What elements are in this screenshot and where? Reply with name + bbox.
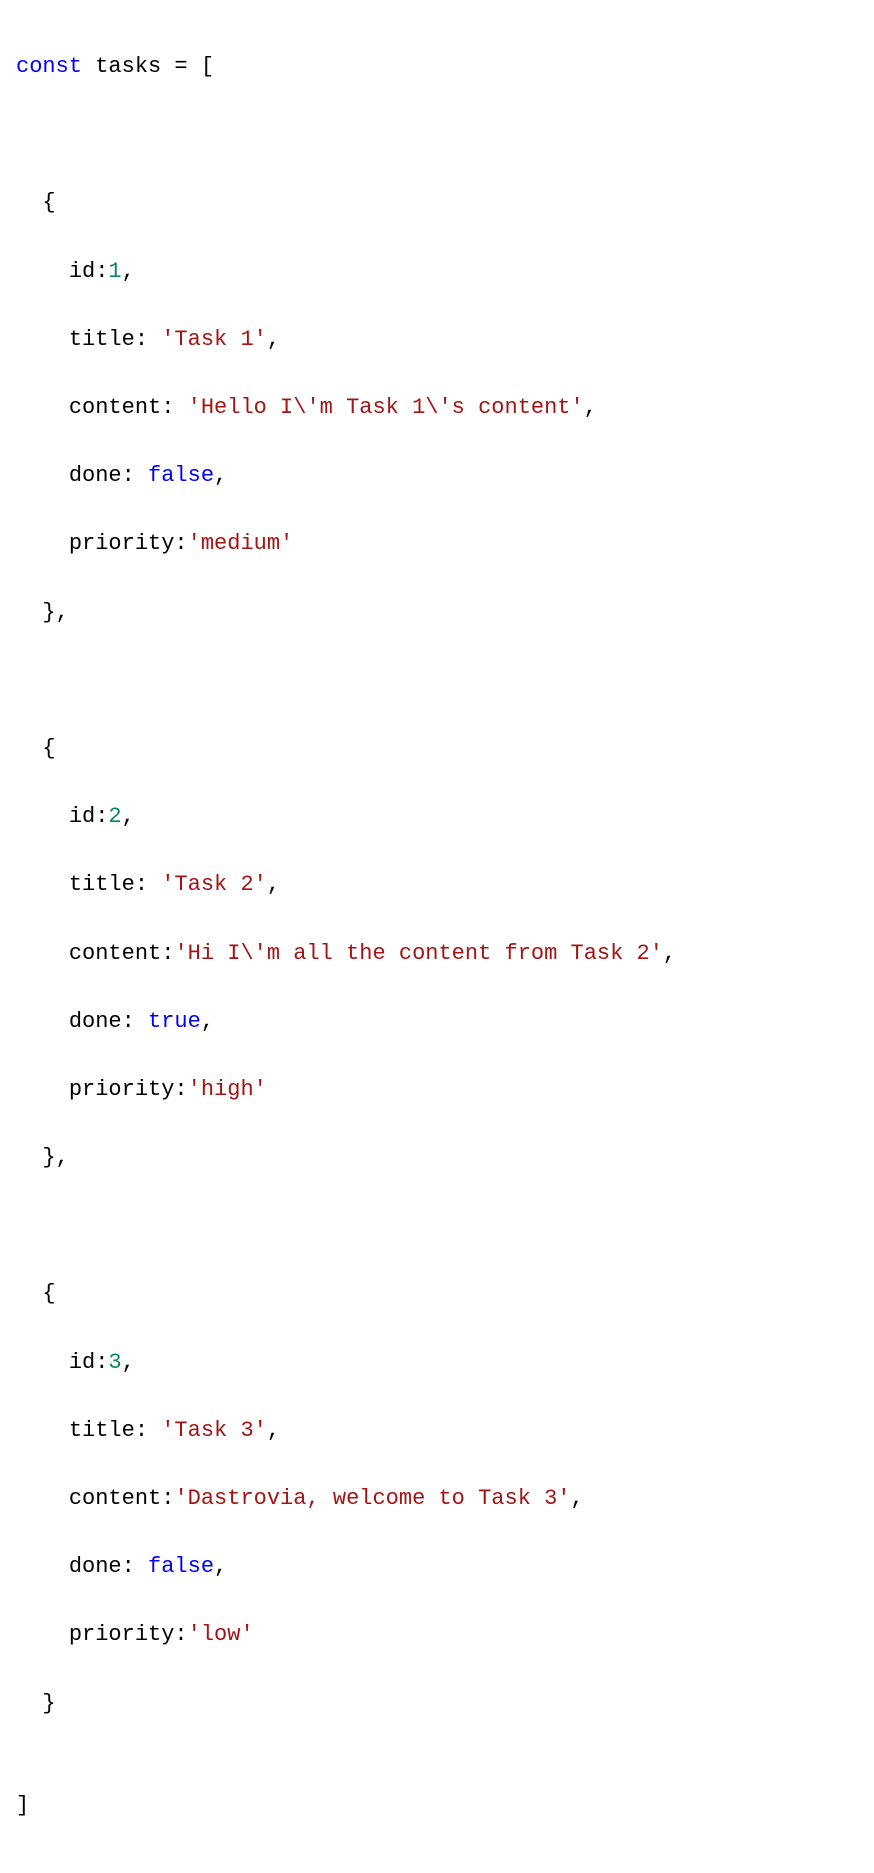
- prop-id: id:: [69, 259, 109, 284]
- comma: ,: [122, 804, 135, 829]
- comma: ,: [267, 1418, 280, 1443]
- code-line: ]: [16, 1789, 858, 1823]
- comma: ,: [201, 1009, 214, 1034]
- number-literal: 2: [108, 804, 121, 829]
- indent: [16, 1486, 69, 1511]
- indent: [16, 1418, 69, 1443]
- indent: [16, 1281, 42, 1306]
- prop-title: title:: [69, 327, 161, 352]
- brace-close: },: [42, 1145, 68, 1170]
- prop-id: id:: [69, 1350, 109, 1375]
- comma: ,: [663, 941, 676, 966]
- code-block: const tasks = [ { id:1, title: 'Task 1',…: [16, 16, 858, 1857]
- code-line: {: [16, 732, 858, 766]
- string-literal: 'Task 1': [161, 327, 267, 352]
- string-literal: 'medium': [188, 531, 294, 556]
- code-line: title: 'Task 3',: [16, 1414, 858, 1448]
- brace-close: }: [42, 1691, 55, 1716]
- indent: [16, 395, 69, 420]
- string-literal: 'Hello I\'m Task 1\'s content': [188, 395, 584, 420]
- code-line: title: 'Task 2',: [16, 868, 858, 902]
- prop-content: content:: [69, 395, 188, 420]
- indent: [16, 327, 69, 352]
- indent: [16, 463, 69, 488]
- indent: [16, 531, 69, 556]
- brace-open: {: [42, 736, 55, 761]
- indent: [16, 1350, 69, 1375]
- brace-close: },: [42, 600, 68, 625]
- text: [82, 54, 95, 79]
- code-line: priority:'medium': [16, 527, 858, 561]
- code-line: priority:'high': [16, 1073, 858, 1107]
- indent: [16, 1622, 69, 1647]
- comma: ,: [122, 1350, 135, 1375]
- code-line: id:2,: [16, 800, 858, 834]
- indent: [16, 1009, 69, 1034]
- identifier: tasks: [95, 54, 161, 79]
- boolean-literal: true: [148, 1009, 201, 1034]
- indent: [16, 1077, 69, 1102]
- code-line: content:'Hi I\'m all the content from Ta…: [16, 937, 858, 971]
- indent: [16, 190, 42, 215]
- keyword-const: const: [16, 54, 82, 79]
- prop-content: content:: [69, 1486, 175, 1511]
- comma: ,: [214, 1554, 227, 1579]
- brace-open: {: [42, 190, 55, 215]
- comma: ,: [571, 1486, 584, 1511]
- number-literal: 3: [108, 1350, 121, 1375]
- comma: ,: [214, 463, 227, 488]
- brace-open: {: [42, 1281, 55, 1306]
- code-line: id:3,: [16, 1346, 858, 1380]
- string-literal: 'Hi I\'m all the content from Task 2': [174, 941, 662, 966]
- code-line: },: [16, 1141, 858, 1175]
- string-literal: 'Task 2': [161, 872, 267, 897]
- string-literal: 'Task 3': [161, 1418, 267, 1443]
- code-line: done: false,: [16, 459, 858, 493]
- indent: [16, 1145, 42, 1170]
- indent: [16, 804, 69, 829]
- string-literal: 'Dastrovia, welcome to Task 3': [174, 1486, 570, 1511]
- comma: ,: [267, 872, 280, 897]
- boolean-literal: false: [148, 463, 214, 488]
- comma: ,: [122, 259, 135, 284]
- code-line: },: [16, 596, 858, 630]
- indent: [16, 1554, 69, 1579]
- number-literal: 1: [108, 259, 121, 284]
- indent: [16, 600, 42, 625]
- code-line: done: false,: [16, 1550, 858, 1584]
- code-line: const tasks = [: [16, 50, 858, 84]
- prop-priority: priority:: [69, 1077, 188, 1102]
- boolean-literal: false: [148, 1554, 214, 1579]
- string-literal: 'low': [188, 1622, 254, 1647]
- string-literal: 'high': [188, 1077, 267, 1102]
- code-line: done: true,: [16, 1005, 858, 1039]
- indent: [16, 1691, 42, 1716]
- code-line: }: [16, 1687, 858, 1721]
- prop-title: title:: [69, 872, 161, 897]
- prop-done: done:: [69, 1009, 148, 1034]
- prop-done: done:: [69, 463, 148, 488]
- prop-content: content:: [69, 941, 175, 966]
- code-line: title: 'Task 1',: [16, 323, 858, 357]
- code-line: {: [16, 1277, 858, 1311]
- indent: [16, 259, 69, 284]
- indent: [16, 941, 69, 966]
- indent: [16, 872, 69, 897]
- text: = [: [161, 54, 214, 79]
- prop-title: title:: [69, 1418, 161, 1443]
- code-line: priority:'low': [16, 1618, 858, 1652]
- prop-priority: priority:: [69, 1622, 188, 1647]
- indent: [16, 736, 42, 761]
- code-line: content:'Dastrovia, welcome to Task 3',: [16, 1482, 858, 1516]
- code-line: content: 'Hello I\'m Task 1\'s content',: [16, 391, 858, 425]
- prop-priority: priority:: [69, 531, 188, 556]
- comma: ,: [584, 395, 597, 420]
- code-line: id:1,: [16, 255, 858, 289]
- comma: ,: [267, 327, 280, 352]
- bracket-close: ]: [16, 1793, 29, 1818]
- prop-id: id:: [69, 804, 109, 829]
- code-line: {: [16, 186, 858, 220]
- prop-done: done:: [69, 1554, 148, 1579]
